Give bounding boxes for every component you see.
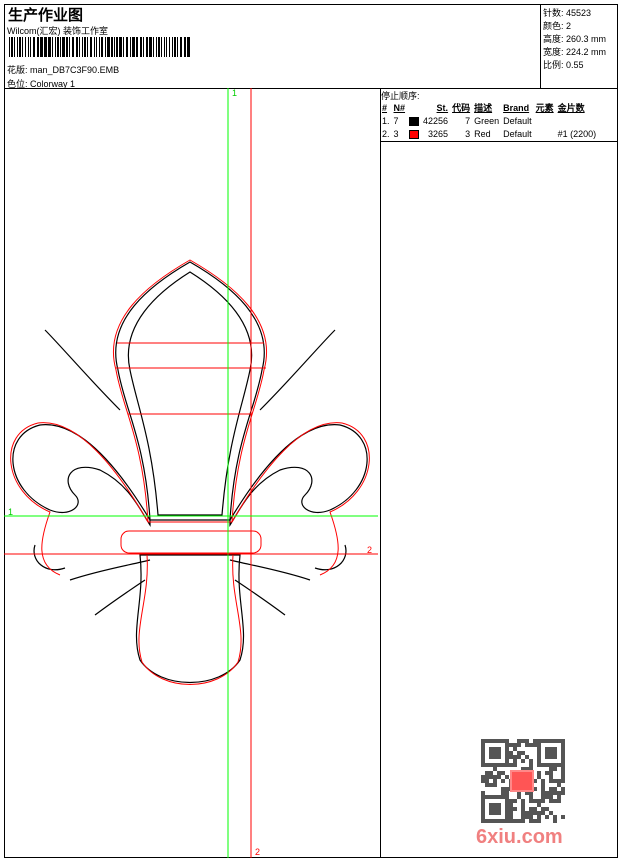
color-swatch — [409, 116, 420, 126]
divider — [380, 88, 381, 858]
stop-sequence-table: # N# St. 代码 描述 Brand 元素 金片数 1. 7 42256 7 Green Defau… — [380, 101, 598, 140]
guide-label: 1 — [8, 507, 14, 517]
watermark-logo: 6xiu.com — [476, 826, 563, 848]
color-swatch — [409, 129, 420, 139]
guide-label: 2 — [255, 847, 261, 857]
info-width: 宽度: 224.2 mm — [543, 47, 607, 57]
guide-label: 1 — [232, 88, 238, 98]
info-stitches: 针数: 45523 — [543, 8, 592, 18]
seal-logo — [510, 770, 534, 792]
info-height: 高度: 260.3 mm — [543, 34, 607, 44]
table-row: 2. 3 3265 3 Red Default #1 (2200) — [382, 128, 597, 139]
divider — [380, 141, 618, 142]
fleur-de-lis — [12, 261, 368, 684]
info-scale: 比例: 0.55 — [543, 60, 584, 70]
info-colors: 颜色: 2 — [543, 21, 572, 31]
divider — [540, 4, 541, 88]
embroidery-design — [4, 88, 378, 858]
guide-label: 2 — [367, 545, 373, 555]
red-outlines — [10, 259, 370, 685]
table-header: # N# St. 代码 描述 Brand 元素 金片数 — [382, 102, 585, 114]
table-row: 1. 7 42256 7 Green Default — [382, 115, 532, 126]
